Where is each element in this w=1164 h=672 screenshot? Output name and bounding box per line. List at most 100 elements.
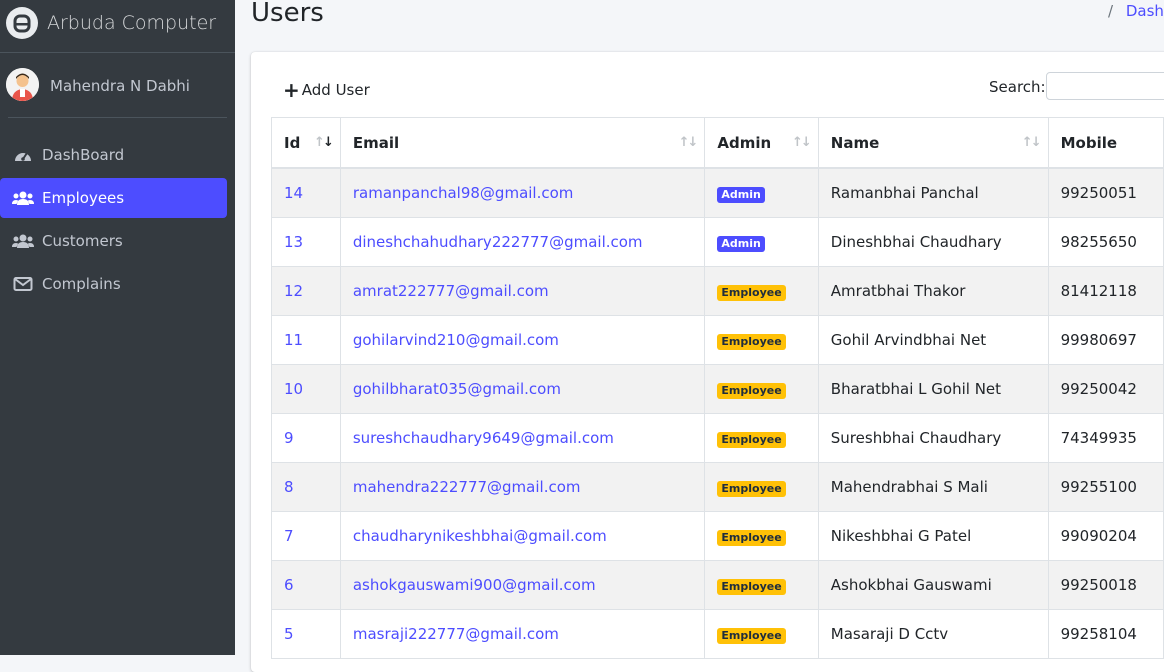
cell-admin: Employee bbox=[704, 511, 819, 561]
sidebar: Arbuda Computer Mahendra N Dabhi DashBoa… bbox=[0, 0, 235, 655]
cell-id[interactable]: 8 bbox=[271, 462, 341, 512]
cell-id[interactable]: 5 bbox=[271, 609, 341, 659]
cell-admin: Employee bbox=[704, 560, 819, 610]
a-logo-icon bbox=[6, 7, 38, 39]
sidebar-item-customers[interactable]: Customers bbox=[0, 221, 227, 261]
user-id-link[interactable]: 8 bbox=[284, 478, 294, 496]
cell-mobile: 99090204 bbox=[1047, 511, 1164, 561]
cell-email: ashokgauswami900@gmail.com bbox=[339, 560, 706, 610]
cell-email: mahendra222777@gmail.com bbox=[339, 462, 706, 512]
user-email-link[interactable]: dineshchahudhary222777@gmail.com bbox=[353, 233, 643, 251]
user-panel[interactable]: Mahendra N Dabhi bbox=[0, 52, 235, 118]
table-row: 7 chaudharynikeshbhai@gmail.com Employee Ni… bbox=[271, 511, 1164, 561]
cell-mobile: 98255650 bbox=[1047, 217, 1164, 267]
cell-admin: Employee bbox=[704, 462, 819, 512]
table-row: 13 dineshchahudhary222777@gmail.com Admin D… bbox=[271, 217, 1164, 267]
cell-email: masraji222777@gmail.com bbox=[339, 609, 706, 659]
table-row: 9 sureshchaudhary9649@gmail.com Employee Su… bbox=[271, 413, 1164, 463]
user-id-link[interactable]: 13 bbox=[284, 233, 303, 251]
cell-id[interactable]: 12 bbox=[271, 266, 341, 316]
table-row: 11 gohilarvind210@gmail.com Employee Gohil … bbox=[271, 315, 1164, 365]
cell-admin: Employee bbox=[704, 413, 819, 463]
table-row: 14 ramanpanchal98@gmail.com Admin Ramanbhai… bbox=[271, 167, 1164, 218]
sidebar-item-complains[interactable]: Complains bbox=[0, 264, 227, 304]
sort-icon: ↑↓ bbox=[1021, 135, 1042, 150]
sidebar-item-employees[interactable]: Employees bbox=[0, 178, 227, 218]
user-id-link[interactable]: 7 bbox=[284, 527, 294, 545]
cell-email: gohilbharat035@gmail.com bbox=[339, 364, 706, 414]
users-table: Id ↑↓ Email ↑↓ Admin ↑↓ Name ↑↓ Mobile 1… bbox=[271, 117, 1164, 659]
cell-name: Masaraji D Cctv bbox=[817, 609, 1049, 659]
user-id-link[interactable]: 12 bbox=[284, 282, 303, 300]
cell-admin: Employee bbox=[704, 266, 819, 316]
cell-name: Sureshbhai Chaudhary bbox=[817, 413, 1049, 463]
avatar bbox=[6, 68, 39, 101]
user-email-link[interactable]: gohilbharat035@gmail.com bbox=[353, 380, 561, 398]
cell-mobile: 99255100 bbox=[1047, 462, 1164, 512]
search-input[interactable] bbox=[1046, 72, 1164, 100]
breadcrumb-dashboard-link[interactable]: Dashb bbox=[1126, 2, 1164, 20]
add-user-button[interactable]: + Add User bbox=[283, 80, 370, 100]
user-email-link[interactable]: chaudharynikeshbhai@gmail.com bbox=[353, 527, 607, 545]
user-email-link[interactable]: sureshchaudhary9649@gmail.com bbox=[353, 429, 614, 447]
user-email-link[interactable]: masraji222777@gmail.com bbox=[353, 625, 559, 643]
column-header-mobile[interactable]: Mobile bbox=[1047, 117, 1164, 169]
plus-icon: + bbox=[283, 78, 300, 102]
user-id-link[interactable]: 10 bbox=[284, 380, 303, 398]
column-header-id[interactable]: Id ↑↓ bbox=[271, 117, 341, 169]
envelope-icon bbox=[12, 275, 34, 293]
table-row: 5 masraji222777@gmail.com Employee Masaraji… bbox=[271, 609, 1164, 659]
cell-id[interactable]: 13 bbox=[271, 217, 341, 267]
cell-mobile: 99258104 bbox=[1047, 609, 1164, 659]
cell-mobile: 99980697 bbox=[1047, 315, 1164, 365]
cell-mobile: 99250042 bbox=[1047, 364, 1164, 414]
role-badge: Employee bbox=[717, 333, 786, 350]
cell-name: Bharatbhai L Gohil Net bbox=[817, 364, 1049, 414]
page-title: Users bbox=[251, 0, 324, 28]
user-email-link[interactable]: gohilarvind210@gmail.com bbox=[353, 331, 559, 349]
table-row: 8 mahendra222777@gmail.com Employee Mahendr… bbox=[271, 462, 1164, 512]
cell-name: Mahendrabhai S Mali bbox=[817, 462, 1049, 512]
user-id-link[interactable]: 9 bbox=[284, 429, 294, 447]
cell-email: ramanpanchal98@gmail.com bbox=[339, 167, 706, 218]
table-body: 14 ramanpanchal98@gmail.com Admin Ramanbhai… bbox=[271, 167, 1164, 659]
column-header-name[interactable]: Name ↑↓ bbox=[817, 117, 1049, 169]
cell-id[interactable]: 6 bbox=[271, 560, 341, 610]
user-id-link[interactable]: 11 bbox=[284, 331, 303, 349]
role-badge: Employee bbox=[717, 578, 786, 595]
cell-name: Nikeshbhai G Patel bbox=[817, 511, 1049, 561]
breadcrumb-separator: / bbox=[1108, 2, 1114, 20]
table-row: 12 amrat222777@gmail.com Employee Amratbhai… bbox=[271, 266, 1164, 316]
cell-name: Ramanbhai Panchal bbox=[817, 167, 1049, 218]
sort-icon: ↑↓ bbox=[678, 135, 699, 150]
role-badge: Employee bbox=[717, 382, 786, 399]
cell-email: amrat222777@gmail.com bbox=[339, 266, 706, 316]
user-id-link[interactable]: 6 bbox=[284, 576, 294, 594]
breadcrumb: / Dashb bbox=[1108, 2, 1164, 20]
search-label: Search: bbox=[989, 78, 1046, 96]
cell-id[interactable]: 9 bbox=[271, 413, 341, 463]
brand-link[interactable]: Arbuda Computer bbox=[0, 0, 235, 53]
user-email-link[interactable]: ashokgauswami900@gmail.com bbox=[353, 576, 596, 594]
user-id-link[interactable]: 14 bbox=[284, 184, 303, 202]
cell-name: Ashokbhai Gauswami bbox=[817, 560, 1049, 610]
cell-id[interactable]: 14 bbox=[271, 167, 341, 218]
role-badge: Employee bbox=[717, 627, 786, 644]
column-header-admin[interactable]: Admin ↑↓ bbox=[704, 117, 819, 169]
table-row: 10 gohilbharat035@gmail.com Employee Bharat… bbox=[271, 364, 1164, 414]
user-email-link[interactable]: ramanpanchal98@gmail.com bbox=[353, 184, 574, 202]
user-id-link[interactable]: 5 bbox=[284, 625, 294, 643]
cell-admin: Admin bbox=[704, 167, 819, 218]
user-name[interactable]: Mahendra N Dabhi bbox=[50, 77, 190, 95]
sidebar-item-label: Customers bbox=[42, 232, 123, 250]
cell-id[interactable]: 7 bbox=[271, 511, 341, 561]
cell-id[interactable]: 10 bbox=[271, 364, 341, 414]
users-icon bbox=[12, 189, 34, 207]
user-email-link[interactable]: amrat222777@gmail.com bbox=[353, 282, 549, 300]
sidebar-item-dashboard[interactable]: DashBoard bbox=[0, 135, 227, 175]
role-badge: Employee bbox=[717, 284, 786, 301]
divider bbox=[8, 117, 227, 118]
column-header-email[interactable]: Email ↑↓ bbox=[339, 117, 706, 169]
cell-id[interactable]: 11 bbox=[271, 315, 341, 365]
user-email-link[interactable]: mahendra222777@gmail.com bbox=[353, 478, 581, 496]
